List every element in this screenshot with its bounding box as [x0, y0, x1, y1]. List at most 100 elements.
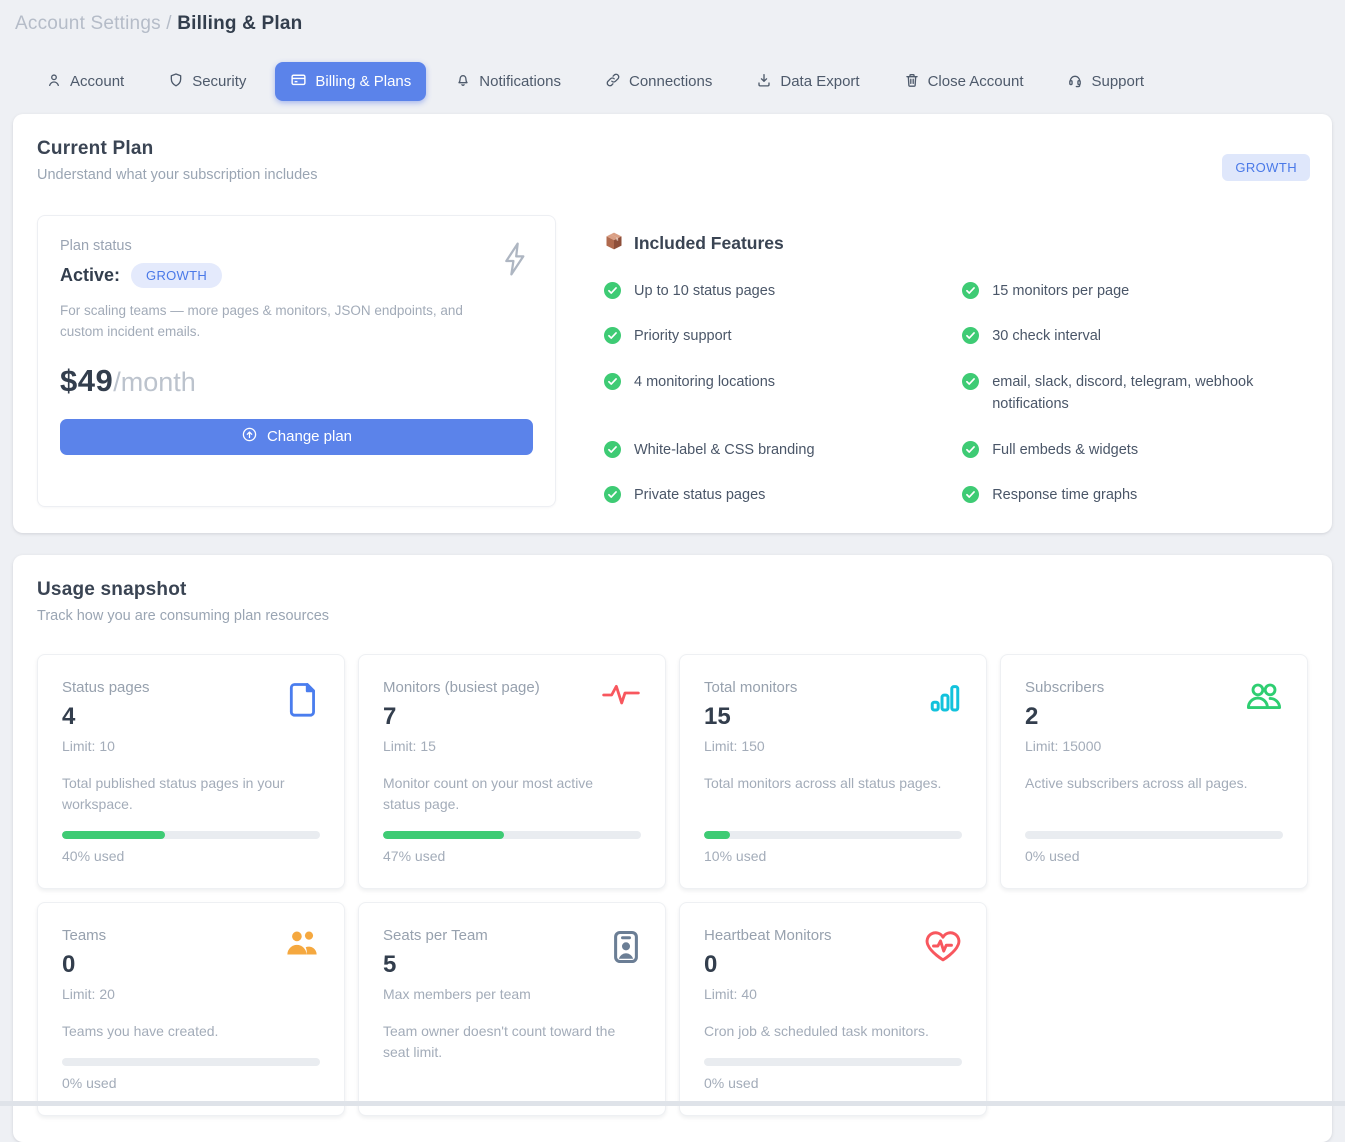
- usage-grid: Status pages 4 Limit: 10 Total published…: [37, 654, 1308, 1116]
- feature-item: 4 monitoring locations: [604, 371, 930, 393]
- user-icon: [46, 72, 62, 92]
- features-title: Included Features: [634, 233, 784, 254]
- link-icon: [605, 72, 621, 92]
- progress-fill: [62, 831, 165, 839]
- progress-track: [62, 831, 320, 839]
- usage-percent-label: 40% used: [62, 848, 320, 864]
- usage-percent-label: 0% used: [704, 1075, 962, 1091]
- usage-card-description: Active subscribers across all pages.: [1025, 773, 1283, 794]
- bottom-edge-strip: [0, 1101, 1345, 1106]
- usage-card-limit: Limit: 15000: [1025, 738, 1283, 754]
- tab-connections[interactable]: Connections: [590, 63, 727, 101]
- feature-label: Priority support: [634, 325, 732, 347]
- usage-card-seats-per-team: Seats per Team 5 Max members per team Te…: [358, 902, 666, 1116]
- progress-track: [62, 1058, 320, 1066]
- tab-label: Support: [1091, 73, 1144, 90]
- empty-grid-cell: [1000, 902, 1308, 1116]
- usage-card-heartbeat-monitors: Heartbeat Monitors 0 Limit: 40 Cron job …: [679, 902, 987, 1116]
- usage-progress: 0% used: [704, 1042, 962, 1091]
- usage-card-subscribers: Subscribers 2 Limit: 15000 Active subscr…: [1000, 654, 1308, 889]
- features-header: Included Features: [604, 231, 1308, 256]
- usage-progress: 10% used: [704, 815, 962, 864]
- plan-status-card: Plan status Active: GROWTH For scaling t…: [37, 215, 556, 507]
- usage-card-description: Total monitors across all status pages.: [704, 773, 962, 794]
- feature-item: Up to 10 status pages: [604, 280, 930, 302]
- feature-label: 4 monitoring locations: [634, 371, 775, 393]
- plan-price: $49 /month: [60, 363, 533, 399]
- usage-card-value: 0: [62, 951, 320, 979]
- usage-card-value: 4: [62, 703, 320, 731]
- feature-item: Response time graphs: [962, 484, 1308, 506]
- tab-security[interactable]: Security: [153, 63, 261, 101]
- usage-card-total-monitors: Total monitors 15 Limit: 150 Total monit…: [679, 654, 987, 889]
- usage-percent-label: 47% used: [383, 848, 641, 864]
- teams-icon: [284, 929, 320, 962]
- trash-icon: [904, 72, 920, 92]
- usage-card-limit: Limit: 150: [704, 738, 962, 754]
- credit-card-icon: [290, 71, 307, 92]
- settings-tab-bar: Account Security Billing & Plans Notific…: [31, 62, 1332, 101]
- pulse-icon: [601, 681, 641, 714]
- usage-card-limit: Max members per team: [383, 986, 641, 1002]
- included-features: Included Features Up to 10 status pages …: [604, 215, 1308, 507]
- current-plan-title: Current Plan: [37, 138, 1308, 160]
- progress-track: [383, 831, 641, 839]
- tab-data-export[interactable]: Data Export: [741, 63, 874, 101]
- breadcrumb: Account Settings / Billing & Plan: [13, 0, 1332, 35]
- lightning-icon: [499, 240, 531, 283]
- tab-account[interactable]: Account: [31, 63, 139, 101]
- subscribers-icon: [1245, 681, 1283, 716]
- usage-percent-label: 0% used: [62, 1075, 320, 1091]
- feature-label: 15 monitors per page: [992, 280, 1129, 302]
- usage-card-description: Total published status pages in your wor…: [62, 773, 320, 815]
- feature-label: White-label & CSS branding: [634, 439, 815, 461]
- usage-card-limit: Limit: 15: [383, 738, 641, 754]
- feature-item: 30 check interval: [962, 325, 1308, 347]
- usage-card-monitors-busiest: Monitors (busiest page) 7 Limit: 15 Moni…: [358, 654, 666, 889]
- tab-label: Billing & Plans: [315, 73, 411, 90]
- usage-progress: 40% used: [62, 815, 320, 864]
- tab-label: Connections: [629, 73, 712, 90]
- feature-label: Up to 10 status pages: [634, 280, 775, 302]
- price-amount: $49: [60, 363, 113, 399]
- feature-label: Private status pages: [634, 484, 765, 506]
- tab-billing-plans[interactable]: Billing & Plans: [275, 62, 426, 101]
- plan-active-row: Active: GROWTH: [60, 263, 533, 288]
- tab-close-account[interactable]: Close Account: [889, 63, 1039, 101]
- breadcrumb-section[interactable]: Account Settings /: [15, 13, 172, 34]
- plan-status-label: Plan status: [60, 238, 533, 254]
- usage-card-value: 15: [704, 703, 962, 731]
- tab-label: Notifications: [479, 73, 561, 90]
- plan-status-value: Active:: [60, 265, 120, 286]
- tab-label: Security: [192, 73, 246, 90]
- tab-notifications[interactable]: Notifications: [440, 63, 576, 101]
- usage-title: Usage snapshot: [37, 579, 1308, 601]
- download-icon: [756, 72, 772, 92]
- tab-label: Data Export: [780, 73, 859, 90]
- usage-progress: 0% used: [1025, 815, 1283, 864]
- shield-icon: [168, 72, 184, 92]
- progress-fill: [704, 831, 730, 839]
- usage-card-label: Total monitors: [704, 679, 962, 696]
- change-plan-button[interactable]: Change plan: [60, 419, 533, 455]
- feature-label: Response time graphs: [992, 484, 1137, 506]
- arrow-up-circle-icon: [241, 426, 258, 447]
- usage-card-value: 5: [383, 951, 641, 979]
- feature-label: Full embeds & widgets: [992, 439, 1138, 461]
- tab-support[interactable]: Support: [1052, 63, 1159, 101]
- price-period: /month: [113, 367, 196, 398]
- current-plan-subtitle: Understand what your subscription includ…: [37, 167, 1308, 183]
- usage-card-teams: Teams 0 Limit: 20 Teams you have created…: [37, 902, 345, 1116]
- usage-card-label: Seats per Team: [383, 927, 641, 944]
- usage-percent-label: 0% used: [1025, 848, 1283, 864]
- plan-badge-pill: GROWTH: [131, 263, 222, 288]
- plan-row: Plan status Active: GROWTH For scaling t…: [37, 215, 1308, 507]
- bar-chart-icon: [928, 681, 962, 720]
- billing-plan-page: Account Settings / Billing & Plan Accoun…: [0, 0, 1345, 1142]
- bell-icon: [455, 72, 471, 92]
- feature-label: 30 check interval: [992, 325, 1101, 347]
- change-plan-label: Change plan: [267, 428, 352, 445]
- current-plan-panel: Current Plan Understand what your subscr…: [13, 114, 1332, 533]
- plan-tier-badge: GROWTH: [1222, 154, 1310, 181]
- usage-progress: 0% used: [62, 1042, 320, 1091]
